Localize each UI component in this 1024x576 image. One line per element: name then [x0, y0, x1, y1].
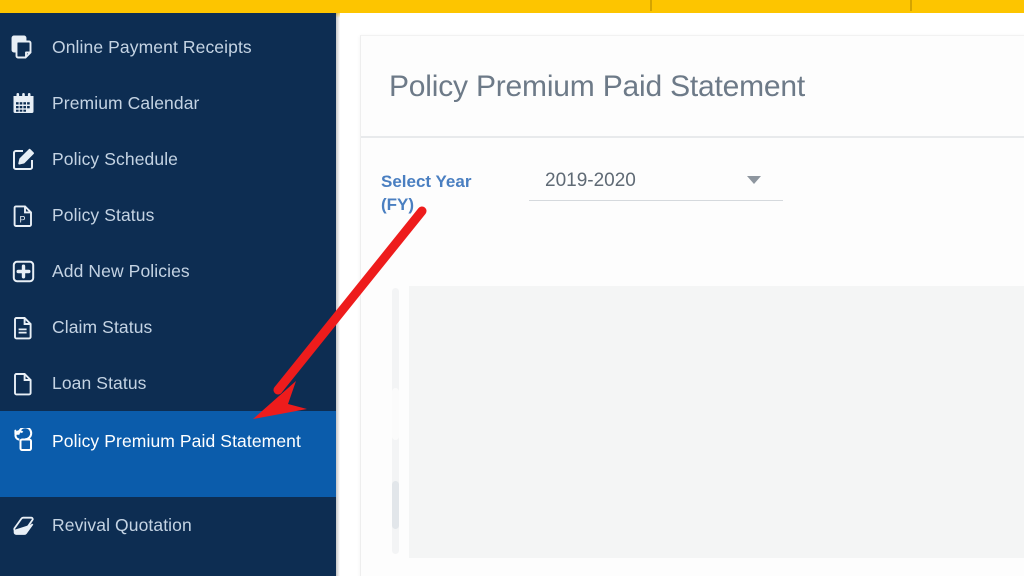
- select-year-label: Select Year (FY): [381, 172, 472, 214]
- revival-icon: [8, 510, 38, 540]
- select-underline: [529, 200, 783, 201]
- sidebar-item-claim-status[interactable]: Claim Status: [0, 299, 336, 355]
- policy-status-icon: P: [8, 200, 38, 230]
- sidebar-item-policy-premium-paid-statement[interactable]: Policy Premium Paid Statement: [0, 411, 336, 497]
- statement-body-panel: [409, 286, 1024, 558]
- sidebar-item-loan-status[interactable]: Loan Status: [0, 355, 336, 411]
- receipts-icon: [8, 32, 38, 62]
- premium-paid-icon: [8, 426, 38, 456]
- sidebar-item-policy-schedule[interactable]: Policy Schedule: [0, 131, 336, 187]
- plus-square-icon: [8, 256, 38, 286]
- calendar-icon: [8, 88, 38, 118]
- page-title: Policy Premium Paid Statement: [389, 70, 806, 103]
- statement-card: Policy Premium Paid Statement Select Yea…: [360, 35, 1024, 576]
- sidebar-item-label: Revival Quotation: [52, 515, 192, 535]
- sidebar-item-label: Policy Premium Paid Statement: [52, 431, 301, 451]
- sidebar-item-label: Loan Status: [52, 373, 147, 393]
- chevron-down-icon: [747, 176, 761, 184]
- edit-document-icon: [8, 144, 38, 174]
- sidebar-item-label: Online Payment Receipts: [52, 37, 252, 57]
- svg-text:P: P: [19, 214, 25, 224]
- select-year-dropdown[interactable]: 2019-2020: [529, 164, 783, 201]
- sidebar-item-label: Policy Status: [52, 205, 155, 225]
- app-root: Online Payment Receipts Premium Calendar…: [0, 0, 1024, 576]
- topbar-tick-2: [910, 0, 912, 11]
- vertical-scrollbar-thumb-secondary[interactable]: [392, 481, 399, 529]
- sidebar-item-premium-calendar[interactable]: Premium Calendar: [0, 75, 336, 131]
- topbar-tick-1: [650, 0, 652, 11]
- blank-page-icon: [8, 368, 38, 398]
- sidebar-item-label: Claim Status: [52, 317, 153, 337]
- select-year-row: Select Year (FY) 2019-2020: [381, 164, 1021, 216]
- claim-document-icon: [8, 312, 38, 342]
- sidebar-item-label: Add New Policies: [52, 261, 190, 281]
- sidebar-item-add-new-policies[interactable]: Add New Policies: [0, 243, 336, 299]
- sidebar-item-revival-quotation[interactable]: Revival Quotation: [0, 497, 336, 553]
- sidebar-nav: Online Payment Receipts Premium Calendar…: [0, 13, 336, 576]
- sidebar-item-online-payment-receipts[interactable]: Online Payment Receipts: [0, 19, 336, 75]
- card-header-divider: [361, 136, 1024, 138]
- sidebar-item-policy-status[interactable]: P Policy Status: [0, 187, 336, 243]
- top-accent-bar: [0, 0, 1024, 13]
- sidebar-item-label: Premium Calendar: [52, 93, 200, 113]
- sidebar-item-label: Policy Schedule: [52, 149, 179, 169]
- select-year-value: 2019-2020: [545, 170, 636, 191]
- main-content: Policy Premium Paid Statement Select Yea…: [340, 13, 1024, 576]
- vertical-scrollbar-thumb[interactable]: [392, 388, 399, 440]
